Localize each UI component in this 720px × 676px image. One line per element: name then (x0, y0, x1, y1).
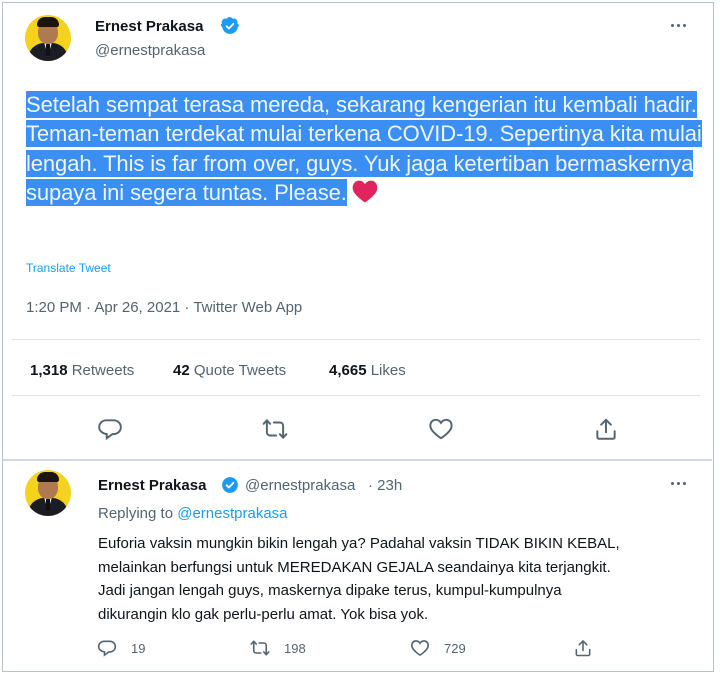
reply-text-line: melainkan berfungsi untuk MEREDAKAN GEJA… (98, 558, 611, 576)
divider (12, 339, 700, 340)
reply-timestamp[interactable]: · 23h (368, 477, 402, 494)
heart-emoji-icon (352, 180, 378, 203)
retweets-stat[interactable]: 1,318 Retweets (30, 362, 134, 379)
reply-icon[interactable] (97, 416, 123, 442)
quote-tweets-stat[interactable]: 42 Quote Tweets (173, 362, 286, 379)
retweets-count: 1,318 (30, 362, 68, 379)
retweet-icon[interactable] (262, 416, 288, 442)
reply-count: 19 (131, 640, 146, 656)
share-icon[interactable] (573, 638, 593, 658)
retweets-label: Retweets (71, 362, 135, 379)
reply-author-handle[interactable]: @ernestprakasa (245, 477, 355, 494)
reply-share-action[interactable] (573, 638, 593, 658)
more-options-icon[interactable] (668, 16, 690, 36)
retweet-count: 198 (284, 640, 306, 656)
replying-to-label: Replying to (98, 505, 174, 522)
translate-tweet-link[interactable]: Translate Tweet (26, 261, 111, 275)
author-handle[interactable]: @ernestprakasa (95, 42, 205, 59)
avatar[interactable] (25, 15, 71, 61)
reply-text-line: dikurangin klo gak perlu-perlu amat. Yok… (98, 605, 429, 623)
reply-tweet-text: Euforia vaksin mungkin bikin lengah ya? … (98, 532, 698, 626)
verified-badge-icon (221, 17, 239, 34)
replying-to-handle-link[interactable]: @ernestprakasa (177, 505, 287, 522)
quote-label: Quote Tweets (193, 362, 287, 379)
likes-stat[interactable]: 4,665 Likes (329, 362, 406, 379)
reply-icon[interactable] (97, 638, 117, 658)
reply-text-line: Euforia vaksin mungkin bikin lengah ya? … (98, 535, 620, 552)
likes-count: 4,665 (329, 362, 367, 379)
replying-to: Replying to @ernestprakasa (98, 505, 288, 522)
quote-count: 42 (173, 362, 190, 379)
likes-label: Likes (370, 362, 406, 379)
author-name[interactable]: Ernest Prakasa (95, 18, 203, 35)
reply-retweet-action[interactable]: 198 (250, 638, 306, 658)
divider (3, 459, 712, 461)
like-count: 729 (444, 640, 466, 656)
tweet-text: Setelah sempat terasa mereda, sekarang k… (26, 90, 706, 208)
reply-text-line: Jadi jangan lengah guys, maskernya dipak… (98, 582, 562, 599)
like-icon[interactable] (410, 638, 430, 658)
retweet-icon[interactable] (250, 638, 270, 658)
share-icon[interactable] (593, 416, 619, 442)
verified-badge-icon (222, 477, 238, 493)
like-icon[interactable] (428, 416, 454, 442)
reply-author-name[interactable]: Ernest Prakasa (98, 477, 206, 494)
more-options-icon[interactable] (668, 474, 690, 494)
tweet-metadata[interactable]: 1:20 PM · Apr 26, 2021 · Twitter Web App (26, 299, 302, 316)
divider (12, 395, 700, 396)
reply-reply-action[interactable]: 19 (97, 638, 145, 658)
reply-avatar[interactable] (25, 470, 71, 516)
reply-like-action[interactable]: 729 (410, 638, 466, 658)
